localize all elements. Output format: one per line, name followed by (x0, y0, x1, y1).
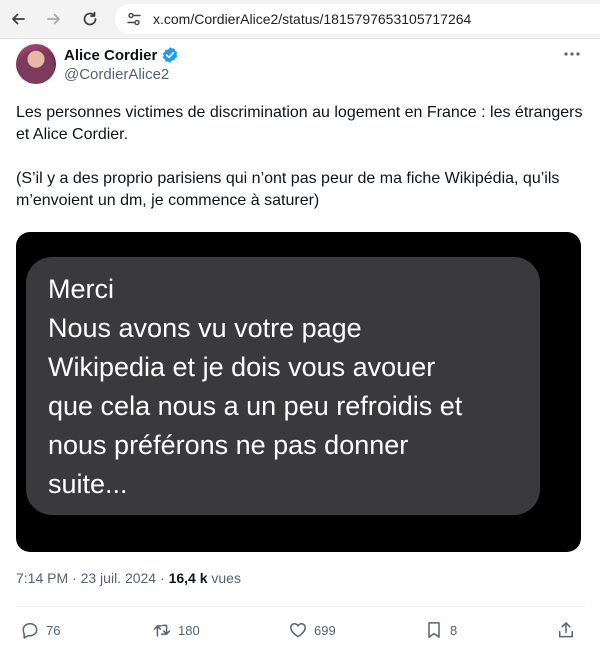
message-line: suite... (48, 469, 128, 499)
reply-count: 76 (46, 622, 61, 638)
meta-separator: · (160, 570, 165, 586)
tweet-image[interactable]: Merci Nous avons vu votre page Wikipedia… (16, 232, 581, 552)
reply-button[interactable]: 76 (20, 619, 60, 641)
tune-icon (127, 12, 141, 26)
message-line: Wikipedia et je dois vous avouer (48, 352, 436, 382)
message-line: nous préférons ne pas donner (48, 430, 409, 460)
views-label: vues (211, 570, 241, 586)
url-text[interactable]: x.com/CordierAlice2/status/1815797653105… (153, 11, 471, 27)
more-horizontal-icon (564, 52, 580, 56)
browser-toolbar: x.com/CordierAlice2/status/1815797653105… (0, 0, 600, 39)
message-bubble: Merci Nous avons vu votre page Wikipedia… (26, 257, 540, 515)
retweet-count: 180 (178, 622, 200, 638)
heart-icon (290, 623, 306, 638)
like-button[interactable]: 699 (288, 619, 336, 641)
reload-button[interactable] (80, 9, 100, 29)
tweet-text-paragraph: (S’il y a des proprio parisiens qui n’on… (16, 170, 560, 209)
tweet-date[interactable]: 23 juil. 2024 (81, 570, 157, 586)
tweet-text: Les personnes victimes de discrimination… (16, 102, 586, 212)
tweet-meta: 7:14 PM · 23 juil. 2024 · 16,4 k vues (16, 570, 241, 586)
author-name[interactable]: Alice Cordier (64, 47, 157, 64)
tweet-text-paragraph: Les personnes victimes de discrimination… (16, 104, 583, 143)
bookmark-count: 8 (450, 622, 458, 638)
reload-icon (83, 11, 97, 26)
like-count: 699 (314, 622, 336, 638)
site-info-button[interactable] (121, 7, 147, 31)
author-handle[interactable]: @CordierAlice2 (64, 66, 169, 83)
reply-icon (22, 623, 38, 639)
bookmark-icon (428, 622, 440, 638)
author-name-row[interactable]: Alice Cordier (64, 46, 179, 64)
message-line: que cela nous a un peu refroidis et (48, 391, 463, 421)
avatar[interactable] (16, 44, 56, 84)
back-button[interactable] (8, 9, 28, 29)
arrow-left-icon (12, 13, 25, 25)
message-line: Merci (48, 274, 114, 304)
verified-badge-icon (163, 47, 178, 63)
meta-separator: · (72, 570, 77, 586)
message-line: Nous avons vu votre page (48, 313, 362, 343)
address-bar[interactable]: x.com/CordierAlice2/status/1815797653105… (115, 4, 600, 34)
arrow-right-icon (47, 13, 60, 25)
retweet-icon (153, 624, 171, 637)
share-button[interactable] (556, 619, 576, 641)
share-icon (559, 622, 573, 638)
bookmark-button[interactable]: 8 (424, 619, 457, 641)
divider (16, 606, 586, 607)
tweet-time[interactable]: 7:14 PM (16, 570, 68, 586)
views-count: 16,4 k (168, 570, 208, 586)
more-options-button[interactable] (560, 44, 584, 64)
retweet-button[interactable]: 180 (152, 619, 200, 641)
forward-button[interactable] (44, 9, 64, 29)
